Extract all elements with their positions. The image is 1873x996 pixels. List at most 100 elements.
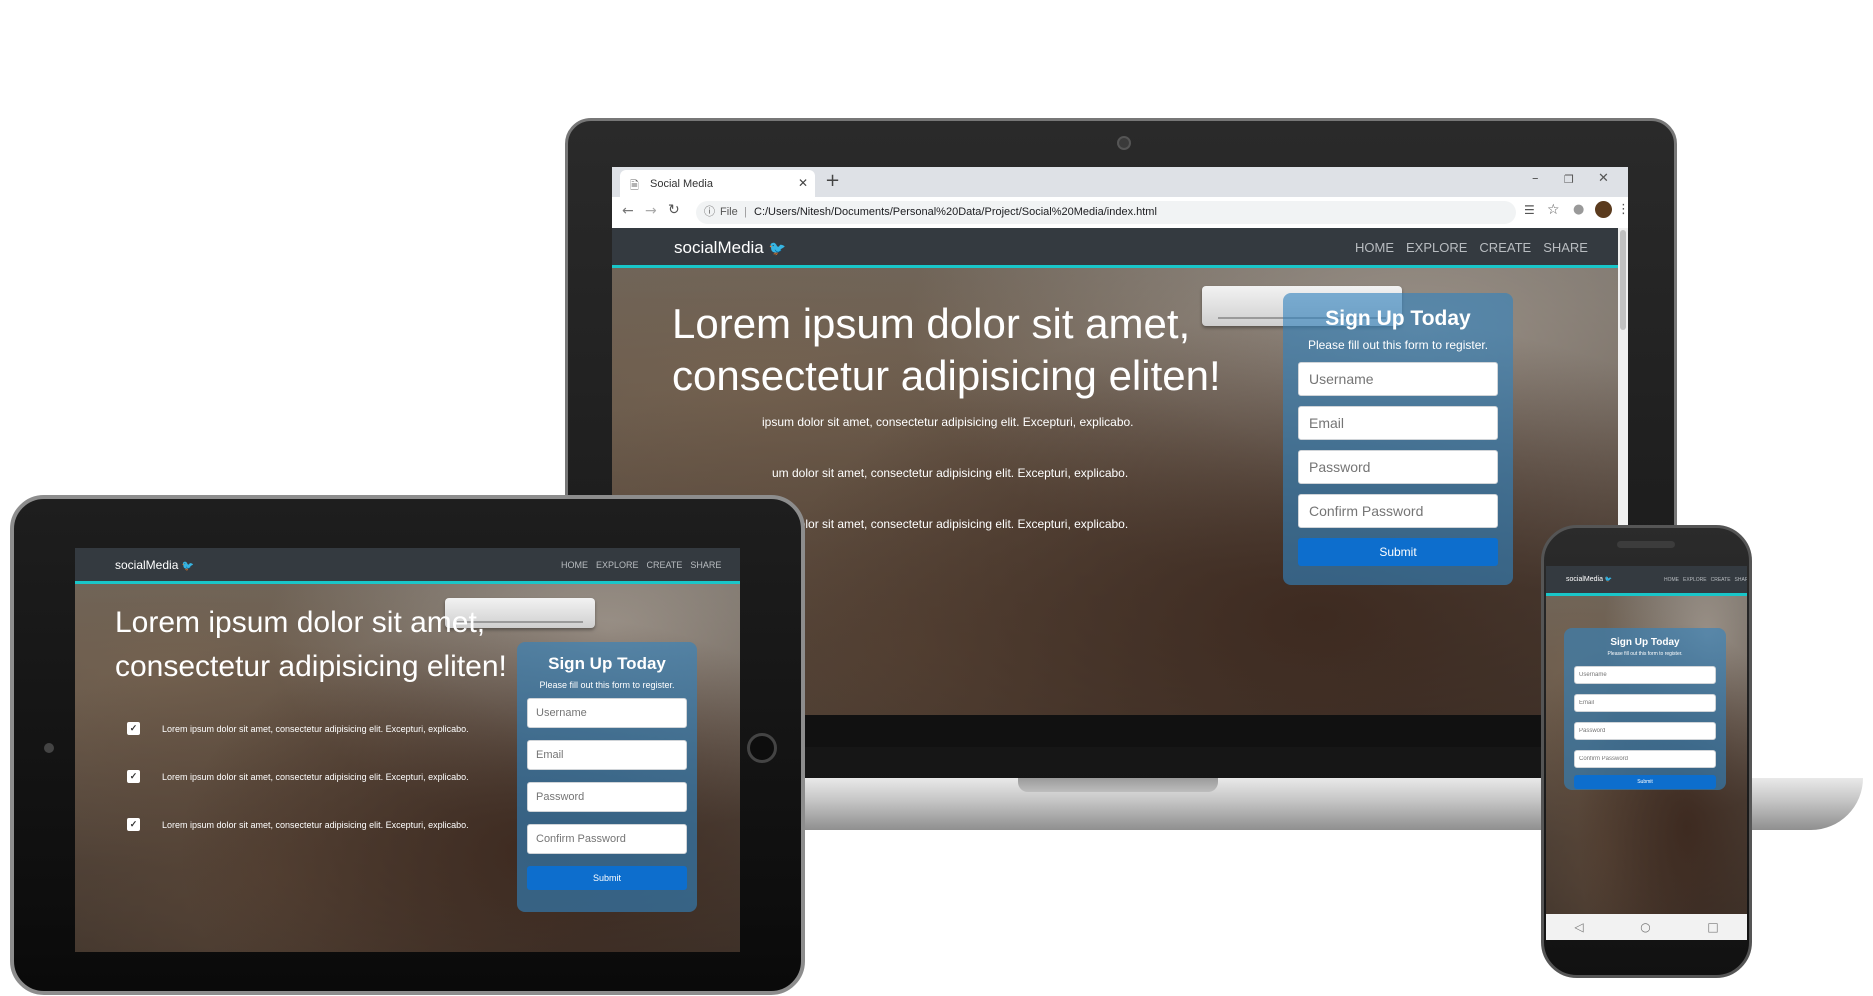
confirm-password-input[interactable] (1574, 750, 1716, 768)
url-scheme: File (720, 206, 738, 218)
twitter-bird-icon: 🐦 (181, 561, 195, 572)
username-input[interactable] (527, 698, 687, 728)
translate-icon[interactable]: ☰ (1524, 203, 1535, 217)
browser-tab[interactable]: 🗎 Social Media ✕ (620, 170, 815, 197)
phone-screen: socialMedia 🐦 HOME EXPLORE CREATE SHARE … (1546, 566, 1747, 940)
headline-line-2: consectetur adipisicing eliten! (672, 352, 1221, 399)
feature-row-2: um dolor sit amet, consectetur adipisici… (772, 466, 1128, 480)
nav-explore[interactable]: EXPLORE (1406, 240, 1467, 255)
nav-explore[interactable]: EXPLORE (1683, 577, 1707, 583)
address-bar[interactable]: ⓘ File | C:/Users/Nitesh/Documents/Perso… (696, 201, 1516, 224)
close-tab-icon[interactable]: ✕ (798, 176, 808, 190)
feature-text: um dolor sit amet, consectetur adipisici… (772, 517, 1129, 531)
nav-share[interactable]: SHARE (690, 560, 721, 570)
tablet-home-button (747, 733, 777, 763)
twitter-bird-icon: 🐦 (768, 240, 786, 256)
tab-title: Social Media (650, 178, 713, 190)
site-nav: HOME EXPLORE CREATE SHARE (1355, 240, 1588, 255)
nav-create[interactable]: CREATE (1711, 577, 1731, 583)
confirm-password-input[interactable] (1298, 494, 1498, 528)
back-triangle-icon[interactable]: ◁ (1574, 920, 1583, 934)
nav-home[interactable]: HOME (1355, 240, 1394, 255)
restore-icon[interactable]: ❐ (1564, 173, 1574, 186)
submit-button[interactable]: Submit (527, 866, 687, 890)
site-navbar: socialMedia 🐦 HOME EXPLORE CREATE SHARE (612, 228, 1618, 268)
email-input[interactable] (1574, 694, 1716, 712)
site-navbar: socialMedia 🐦 HOME EXPLORE CREATE SHARE (1546, 566, 1747, 596)
scroll-thumb[interactable] (1620, 230, 1626, 330)
username-input[interactable] (1298, 362, 1498, 396)
menu-icon[interactable]: ⋮ (1617, 202, 1628, 217)
brand-text: socialMedia (674, 238, 764, 257)
signup-card: Sign Up Today Please fill out this form … (1283, 293, 1513, 585)
checkmark-icon: ✓ (127, 770, 140, 783)
signup-subtitle: Please fill out this form to register. (539, 680, 675, 690)
headline-line-2: consectetur adipisicing eliten! (115, 650, 507, 683)
nav-explore[interactable]: EXPLORE (596, 560, 639, 570)
email-input[interactable] (527, 740, 687, 770)
headline-line-1: Lorem ipsum dolor sit amet, (115, 606, 486, 639)
password-input[interactable] (527, 782, 687, 812)
forward-icon[interactable]: → (645, 203, 657, 219)
brand-text: socialMedia (1566, 576, 1603, 583)
feature-text: Lorem ipsum dolor sit amet, consectetur … (162, 771, 469, 782)
minimize-icon[interactable]: – (1532, 171, 1539, 186)
feature-text: ipsum dolor sit amet, consectetur adipis… (762, 415, 1134, 429)
nav-share[interactable]: SHARE (1735, 577, 1747, 583)
site-brand[interactable]: socialMedia 🐦 (674, 238, 786, 258)
signup-title: Sign Up Today (1325, 307, 1471, 330)
hero-headline: Lorem ipsum dolor sit amet, consectetur … (672, 298, 1221, 402)
submit-button[interactable]: Submit (1298, 538, 1498, 566)
feature-text: Lorem ipsum dolor sit amet, consectetur … (162, 819, 469, 830)
confirm-password-input[interactable] (527, 824, 687, 854)
tablet-camera (44, 743, 54, 753)
nav-create[interactable]: CREATE (647, 560, 683, 570)
browser-toolbar: ← → ↻ ⓘ File | C:/Users/Nitesh/Documents… (612, 197, 1628, 229)
nav-home[interactable]: HOME (561, 560, 588, 570)
star-icon[interactable]: ☆ (1547, 202, 1560, 218)
nav-create[interactable]: CREATE (1479, 240, 1531, 255)
home-circle-icon[interactable]: ○ (1640, 920, 1650, 934)
site-nav: HOME EXPLORE CREATE SHARE (561, 560, 721, 570)
site-navbar: socialMedia 🐦 HOME EXPLORE CREATE SHARE (75, 548, 740, 584)
back-icon[interactable]: ← (622, 203, 634, 219)
feature-text: Lorem ipsum dolor sit amet, consectetur … (162, 723, 469, 734)
password-input[interactable] (1574, 722, 1716, 740)
hero-headline: Lorem ipsum dolor sit amet, consectetur … (115, 601, 507, 689)
username-input[interactable] (1574, 666, 1716, 684)
signup-card: Sign Up Today Please fill out this form … (1564, 628, 1726, 790)
twitter-bird-icon: 🐦 (1604, 577, 1613, 583)
url-text: C:/Users/Nitesh/Documents/Personal%20Dat… (754, 206, 1157, 218)
browser-tabstrip: 🗎 Social Media ✕ + – ❐ ✕ (612, 167, 1628, 197)
signup-title: Sign Up Today (1610, 637, 1680, 648)
extension-icon[interactable]: ● (1573, 202, 1584, 217)
website-page: socialMedia 🐦 HOME EXPLORE CREATE SHARE … (1546, 566, 1747, 914)
brand-text: socialMedia (115, 558, 179, 572)
signup-subtitle: Please fill out this form to register. (1607, 651, 1683, 657)
site-brand[interactable]: socialMedia 🐦 (1566, 576, 1612, 583)
site-nav: HOME EXPLORE CREATE SHARE (1664, 577, 1747, 583)
feature-row-1: ipsum dolor sit amet, consectetur adipis… (762, 415, 1134, 429)
site-brand[interactable]: socialMedia 🐦 (115, 558, 194, 572)
avatar[interactable] (1595, 201, 1612, 218)
signup-subtitle: Please fill out this form to register. (1307, 338, 1489, 352)
nav-home[interactable]: HOME (1664, 577, 1679, 583)
page-icon: 🗎 (630, 180, 639, 192)
checkmark-icon: ✓ (127, 722, 140, 735)
feature-row-1: ✓ Lorem ipsum dolor sit amet, consectetu… (127, 722, 469, 735)
password-input[interactable] (1298, 450, 1498, 484)
submit-button[interactable]: Submit (1574, 775, 1716, 789)
recents-square-icon[interactable]: □ (1707, 920, 1718, 934)
feature-row-2: ✓ Lorem ipsum dolor sit amet, consectetu… (127, 770, 469, 783)
tablet-screen: socialMedia 🐦 HOME EXPLORE CREATE SHARE … (75, 548, 740, 952)
feature-row-3: um dolor sit amet, consectetur adipisici… (772, 517, 1128, 531)
phone-speaker (1617, 541, 1675, 548)
url-divider: | (744, 206, 747, 218)
info-icon: ⓘ (704, 206, 715, 218)
window-close-icon[interactable]: ✕ (1598, 171, 1609, 186)
new-tab-button[interactable]: + (825, 170, 840, 191)
reload-icon[interactable]: ↻ (668, 202, 680, 218)
nav-share[interactable]: SHARE (1543, 240, 1588, 255)
email-input[interactable] (1298, 406, 1498, 440)
laptop-notch (1018, 778, 1218, 792)
